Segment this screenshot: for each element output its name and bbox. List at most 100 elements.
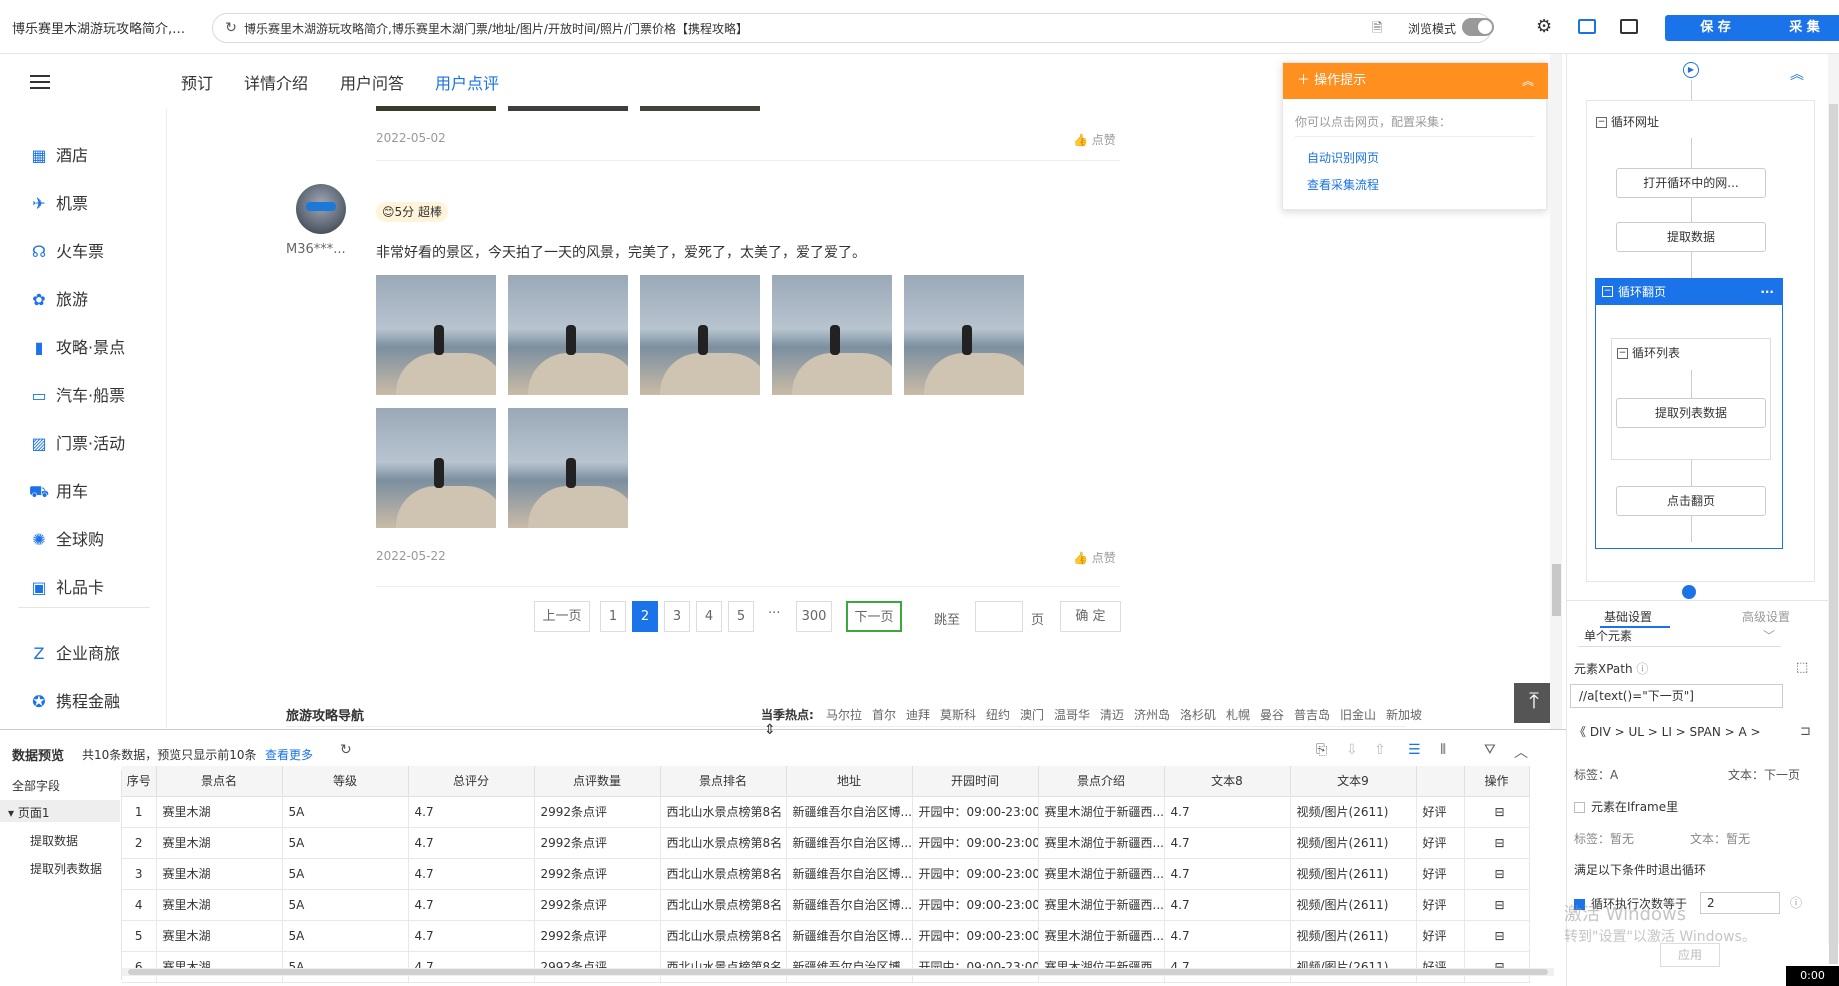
view-more-link[interactable]: 查看更多 <box>265 746 313 763</box>
collapse-up-icon[interactable]: ︽ <box>1790 64 1804 84</box>
node-extract[interactable]: 提取数据 <box>1616 222 1766 252</box>
hot-item[interactable]: 札幌 <box>1226 706 1250 723</box>
column-header[interactable]: 总评分 <box>408 766 535 797</box>
sidebar-item-4[interactable]: ▮ 攻略·景点 <box>28 336 126 360</box>
hot-item[interactable]: 济州岛 <box>1134 706 1170 723</box>
page-button-5[interactable]: 5 <box>728 601 754 632</box>
checkbox[interactable] <box>1574 802 1585 813</box>
page-info-icon[interactable]: 🗎 <box>1372 19 1388 37</box>
loop-list-label[interactable]: − 循环列表 <box>1617 344 1680 361</box>
review-photo[interactable] <box>376 106 496 111</box>
review-photo[interactable] <box>508 106 628 111</box>
page-button-4[interactable]: 4 <box>696 601 722 632</box>
scrollbar-thumb[interactable] <box>128 969 1548 975</box>
next-page-button[interactable]: 下一页 <box>846 601 902 632</box>
view-flow-link[interactable]: 查看采集流程 <box>1307 176 1379 193</box>
username[interactable]: M36***... <box>286 242 346 257</box>
tab-reviews[interactable]: 用户点评 <box>435 70 499 94</box>
review-photo[interactable] <box>376 275 496 395</box>
apply-button[interactable]: 应用 <box>1660 943 1720 967</box>
window-layout-icon[interactable] <box>1620 19 1638 34</box>
row-action-icon[interactable]: ⊟ <box>1464 951 1530 983</box>
tree-extract[interactable]: 提取数据 <box>30 832 78 849</box>
resize-handle-icon[interactable]: ⇕ <box>764 722 776 738</box>
sidebar-item-11[interactable]: ✪ 携程金融 <box>28 690 120 714</box>
review-photo[interactable] <box>640 106 760 111</box>
column-header[interactable]: 开园时间 <box>912 766 1039 797</box>
sidebar-item-9[interactable]: ▣ 礼品卡 <box>28 576 104 600</box>
table-scrollbar[interactable] <box>122 968 1554 976</box>
auto-detect-link[interactable]: 自动识别网页 <box>1307 149 1379 166</box>
collect-button[interactable]: 采 集 <box>1754 15 1839 41</box>
sidebar-item-1[interactable]: ✈ 机票 <box>28 192 88 216</box>
row-action-icon[interactable]: ⊟ <box>1464 827 1530 859</box>
panel-splitter[interactable] <box>0 729 1566 730</box>
column-header[interactable]: 景点介绍 <box>1038 766 1165 797</box>
sidebar-item-7[interactable]: ⛟ 用车 <box>28 480 88 504</box>
avatar[interactable] <box>296 184 346 234</box>
menu-icon[interactable] <box>30 75 50 89</box>
table-row[interactable]: 4 赛里木湖 5A 4.7 2992条点评 西北山水景点榜第8名 新疆维吾尔自治区博... 开… <box>122 889 1530 921</box>
hot-item[interactable]: 莫斯科 <box>940 706 976 723</box>
hot-item[interactable]: 曼谷 <box>1260 706 1284 723</box>
hot-item[interactable]: 温哥华 <box>1054 706 1090 723</box>
tab-advanced-settings[interactable]: 高级设置 <box>1742 608 1790 625</box>
review-photo[interactable] <box>772 275 892 395</box>
row-action-icon[interactable]: ⊟ <box>1464 858 1530 890</box>
column-header[interactable]: 景点名 <box>156 766 283 797</box>
table-row[interactable]: 2 赛里木湖 5A 4.7 2992条点评 西北山水景点榜第8名 新疆维吾尔自治区博... 开… <box>122 827 1530 859</box>
hot-item[interactable]: 旧金山 <box>1340 706 1376 723</box>
column-header[interactable]: 操作 <box>1464 766 1530 797</box>
select-parent-icon[interactable]: ⊐ <box>1800 724 1811 739</box>
gear-icon[interactable]: ⚙ <box>1536 16 1552 37</box>
sidebar-item-8[interactable]: ✺ 全球购 <box>28 528 104 552</box>
like-button[interactable]: 👍 点赞 <box>1073 131 1116 148</box>
column-header[interactable]: 文本9 <box>1290 766 1417 797</box>
download-icon[interactable]: ⇩ <box>1346 742 1358 758</box>
tree-all-fields[interactable]: 全部字段 <box>12 777 60 794</box>
column-header[interactable]: 地址 <box>786 766 913 797</box>
tab-booking[interactable]: 预订 <box>181 70 213 94</box>
scrollbar-thumb[interactable] <box>1829 104 1838 964</box>
element-breadcrumb[interactable]: 《 DIV > UL > LI > SPAN > A > <box>1574 723 1804 741</box>
upload-icon[interactable]: ⇧ <box>1374 742 1386 758</box>
node-extract-list[interactable]: 提取列表数据 <box>1616 398 1766 428</box>
help-icon[interactable]: ⓘ <box>1790 894 1802 911</box>
help-icon[interactable]: ⓘ <box>1636 662 1648 676</box>
node-click-next[interactable]: 点击翻页 <box>1616 486 1766 516</box>
page-button-2[interactable]: 2 <box>632 601 658 632</box>
hot-item[interactable]: 普吉岛 <box>1294 706 1330 723</box>
loop-count-input[interactable]: 2 <box>1700 892 1780 914</box>
back-to-top-button[interactable]: ⤒ <box>1514 683 1554 723</box>
jump-page-input[interactable] <box>975 601 1023 632</box>
like-button[interactable]: 👍 点赞 <box>1073 549 1116 566</box>
edit-icon[interactable]: ⬚ <box>1796 660 1808 675</box>
hot-item[interactable]: 首尔 <box>872 706 896 723</box>
review-photo[interactable] <box>904 275 1024 395</box>
node-open-page[interactable]: 打开循环中的网... <box>1616 168 1766 198</box>
element-type-select[interactable]: 单个元素 ﹀ <box>1578 625 1781 647</box>
url-text[interactable]: 博乐赛里木湖游玩攻略简介,博乐赛里木湖门票/地址/图片/开放时间/照片/门票价格… <box>244 20 1364 37</box>
save-button[interactable]: 保 存 <box>1665 15 1766 41</box>
table-row[interactable]: 5 赛里木湖 5A 4.7 2992条点评 西北山水景点榜第8名 新疆维吾尔自治区博... 开… <box>122 920 1530 952</box>
hot-item[interactable]: 澳门 <box>1020 706 1044 723</box>
hot-item[interactable]: 新加坡 <box>1386 706 1422 723</box>
tip-header[interactable]: ＋ 操作提示 ︽ <box>1283 63 1548 99</box>
loop-url-label[interactable]: − 循环网址 <box>1596 113 1659 130</box>
hot-item[interactable]: 纽约 <box>986 706 1010 723</box>
minus-icon[interactable]: − <box>1617 348 1628 359</box>
tab-basic-settings[interactable]: 基础设置 <box>1604 608 1652 625</box>
table-row[interactable]: 1 赛里木湖 5A 4.7 2992条点评 西北山水景点榜第8名 新疆维吾尔自治区博... 开… <box>122 796 1530 828</box>
minus-icon[interactable]: − <box>1602 286 1613 297</box>
hot-item[interactable]: 迪拜 <box>906 706 930 723</box>
column-header[interactable]: 等级 <box>282 766 409 797</box>
panel-layout-icon[interactable] <box>1578 19 1596 34</box>
row-action-icon[interactable]: ⊟ <box>1464 796 1530 828</box>
tree-extract-list[interactable]: 提取列表数据 <box>30 860 102 877</box>
xpath-input[interactable]: //a[text()="下一页"] <box>1570 684 1783 708</box>
page-button-3[interactable]: 3 <box>664 601 690 632</box>
sidebar-item-2[interactable]: ☊ 火车票 <box>28 240 104 264</box>
table-row[interactable]: 6 赛里木湖 5A 4.7 2992条点评 西北山水景点榜第8名 新疆维吾尔自治区博... 开… <box>122 951 1530 983</box>
list-view-icon[interactable]: ☰ <box>1408 742 1421 758</box>
column-header[interactable]: 文本8 <box>1164 766 1291 797</box>
